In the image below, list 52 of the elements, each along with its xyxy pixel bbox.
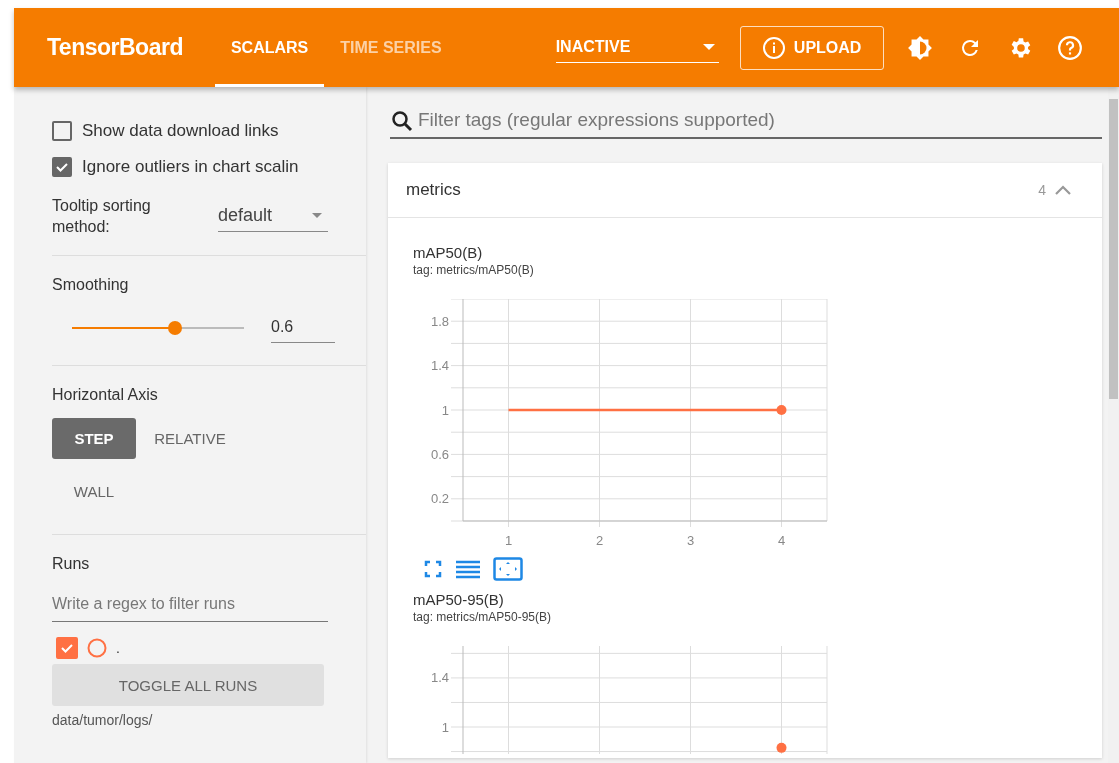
axis-tick-label: 1: [504, 533, 513, 548]
run-name: .: [116, 640, 120, 656]
checkbox-label: Ignore outliers in chart scalin: [82, 157, 299, 177]
data-point: [776, 405, 787, 415]
group-name: metrics: [406, 180, 462, 200]
run-filter-field[interactable]: Write a regex to filter runs: [52, 591, 328, 622]
app-logo: TensorBoard: [47, 34, 183, 61]
checkbox-label: Show data download links: [82, 121, 279, 141]
axis-toggle[interactable]: RELATIVE: [148, 418, 232, 459]
axis-tick-label: 1.4: [430, 358, 449, 374]
info-icon: [761, 35, 786, 60]
smoothing-value-field[interactable]: 0.6: [271, 312, 335, 343]
list-icon[interactable]: [455, 559, 481, 579]
axis-tick-label: 3: [686, 533, 695, 548]
fullscreen-icon[interactable]: [423, 559, 443, 579]
checkbox[interactable]: [52, 121, 72, 141]
axis-tick-label: 0.6: [430, 446, 449, 462]
sorting-dropdown[interactable]: default: [218, 200, 328, 232]
group-count: 4: [1038, 182, 1046, 198]
axis-tick-label: 1: [441, 719, 449, 735]
run-dropdown[interactable]: INACTIVE: [555, 32, 719, 63]
section-title: Runs: [52, 555, 91, 573]
run-path: data/tumor/logs/: [52, 712, 154, 728]
fit-domain-icon[interactable]: [493, 557, 523, 581]
chart-title: mAP50-95(B): [413, 591, 505, 608]
section-title: Horizontal Axis: [52, 386, 159, 404]
chart-tag: tag: metrics/mAP50(B): [413, 263, 1102, 277]
chart-title: mAP50(B): [413, 244, 484, 261]
search-icon: [390, 109, 414, 133]
help-icon[interactable]: [1055, 33, 1084, 62]
caret-icon: [312, 213, 322, 218]
checkbox[interactable]: [52, 157, 72, 177]
section-title: Smoothing: [52, 276, 130, 294]
chevron-up-icon[interactable]: [1054, 184, 1072, 196]
axis-toggle[interactable]: WALL: [52, 471, 136, 512]
upload-button[interactable]: UPLOAD: [739, 25, 884, 70]
axis-tick-label: 1.8: [430, 313, 449, 329]
axis-tick-label: 2: [595, 533, 604, 548]
axis-tick-label: 0.2: [430, 491, 449, 507]
caret-icon: [702, 44, 715, 50]
axis-tick-label: 4: [777, 533, 786, 548]
tooltip-sorting-label: Tooltip sorting method:: [52, 196, 152, 237]
toggle-all-runs-button[interactable]: TOGGLE ALL RUNS: [52, 664, 324, 706]
tag-filter-field[interactable]: Filter tags (regular expressions supported): [390, 107, 1102, 139]
run-checkbox[interactable]: [56, 637, 78, 659]
run-color-circle[interactable]: [86, 637, 108, 659]
chart-tag: tag: metrics/mAP50-95(B): [413, 610, 1102, 624]
data-point: [776, 742, 787, 753]
axis-tick-label: 1.4: [430, 670, 449, 686]
axis-toggle[interactable]: STEP: [52, 418, 136, 459]
axis-tick-label: 1: [441, 402, 449, 418]
slider-thumb[interactable]: [168, 320, 183, 335]
